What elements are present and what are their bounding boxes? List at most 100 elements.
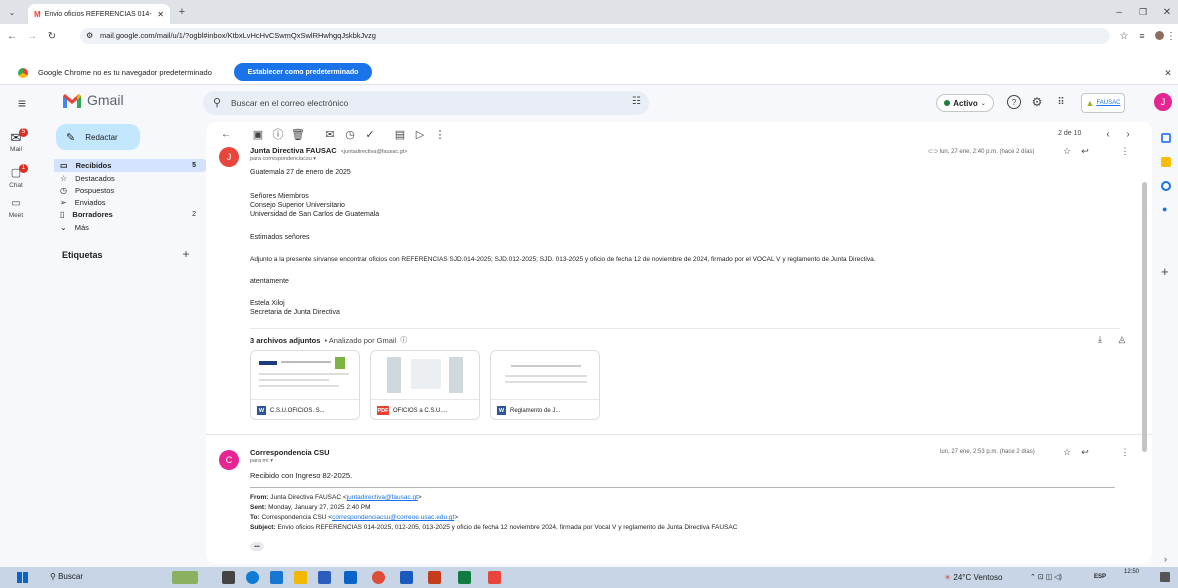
recipient-line[interactable]: para correspondenciacsu ▾ — [250, 156, 316, 162]
browser-tab[interactable]: M Envio oficios REFERENCIAS 014- ✕ — [28, 4, 170, 24]
rail-meet[interactable]: ▭ Meet — [0, 198, 32, 219]
main-menu-icon[interactable]: ≡ — [14, 95, 30, 111]
close-window-icon[interactable]: ✕ — [1160, 5, 1174, 19]
hide-panel-icon[interactable]: › — [1164, 554, 1167, 564]
sender-avatar[interactable]: C — [219, 450, 239, 470]
extensions-icon[interactable]: ≡ — [1136, 29, 1148, 43]
url-field[interactable]: ⚙ mail.google.com/mail/u/1/?ogbl#inbox/K… — [80, 28, 1110, 44]
taskbar-search[interactable]: ⚲ Buscar — [50, 572, 83, 581]
reply-icon[interactable]: ↩ — [1080, 447, 1090, 457]
profile-icon[interactable] — [1155, 31, 1164, 40]
quote-divider — [250, 487, 1115, 488]
sender-name[interactable]: Junta Directiva FAUSAC — [250, 146, 337, 155]
app-icon[interactable] — [270, 571, 283, 584]
info-icon[interactable]: ⓘ — [400, 335, 407, 345]
search-options-icon[interactable]: ☷ — [632, 96, 641, 107]
reload-icon[interactable]: ↻ — [46, 29, 58, 43]
sidebar-item-more[interactable]: ⌄ Más — [54, 221, 208, 234]
org-account-badge[interactable]: ▲ FAUSAC — [1081, 93, 1125, 113]
app-active-icon[interactable] — [488, 571, 501, 584]
label-icon[interactable]: ▷ — [414, 128, 426, 141]
show-trimmed-button[interactable]: ••• — [250, 542, 264, 551]
add-task-icon[interactable]: ✓ — [364, 128, 376, 141]
set-default-button[interactable]: Establecer como predeterminado — [234, 63, 372, 81]
weather-widget[interactable]: ☀ 24°C Ventoso — [944, 573, 1002, 582]
system-tray-icons[interactable]: ⌃ ⊡ ◫ ◁) — [1030, 573, 1062, 581]
windows-start-icon[interactable] — [17, 572, 28, 583]
labels-heading: Etiquetas — [62, 250, 103, 260]
chrome-taskbar-icon[interactable] — [372, 571, 385, 584]
sender-avatar[interactable]: J — [219, 147, 239, 167]
sender-name[interactable]: Correspondencia CSU — [250, 448, 330, 457]
calendar-icon[interactable] — [1161, 133, 1171, 143]
older-icon[interactable]: › — [1122, 128, 1134, 140]
contacts-icon[interactable]: ● — [1162, 204, 1167, 214]
tab-list-icon[interactable]: ⌄ — [6, 6, 18, 18]
search-bar[interactable]: ⚲ Buscar en el correo electrónico ☷ — [203, 91, 649, 115]
quoted-to-link[interactable]: correspondenciacsu@correoe.usac.edu.gt — [332, 514, 454, 521]
new-tab-icon[interactable]: + — [176, 6, 188, 18]
message-more-icon[interactable]: ⋮ — [1120, 447, 1130, 457]
quoted-from-label: From: — [250, 494, 269, 501]
close-tab-icon[interactable]: ✕ — [157, 10, 164, 19]
delete-icon[interactable]: 🗑 — [291, 128, 305, 141]
sidebar-item-drafts[interactable]: ▯ Borradores 2 — [54, 208, 208, 221]
mail-app-icon[interactable] — [344, 571, 357, 584]
add-to-drive-icon[interactable]: ◬ — [1116, 333, 1128, 345]
word-taskbar-icon[interactable] — [400, 571, 413, 584]
back-to-inbox-icon[interactable]: ← — [220, 128, 232, 140]
apps-grid-icon[interactable]: ⠿ — [1054, 95, 1068, 109]
attachment-card[interactable]: W C.S.U.OFICIOS. S... — [250, 350, 360, 420]
scrollbar-thumb[interactable] — [1142, 182, 1147, 452]
site-info-icon[interactable]: ⚙ — [86, 28, 93, 44]
minimize-icon[interactable]: – — [1112, 5, 1126, 19]
gmail-logo[interactable]: Gmail — [62, 92, 124, 108]
tasks-icon[interactable] — [1161, 181, 1171, 191]
rail-mail[interactable]: ✉ 5 Mail — [0, 128, 32, 153]
keep-icon[interactable] — [1161, 157, 1171, 167]
snooze-icon[interactable]: ◷ — [344, 128, 356, 141]
forward-icon[interactable]: → — [26, 29, 38, 43]
message-more-icon[interactable]: ⋮ — [1120, 146, 1130, 156]
get-addons-icon[interactable]: + — [1161, 264, 1169, 279]
powerpoint-taskbar-icon[interactable] — [428, 571, 441, 584]
maximize-icon[interactable]: ❐ — [1136, 5, 1150, 19]
download-all-icon[interactable]: ⤓ — [1094, 333, 1106, 345]
chrome-menu-icon[interactable]: ⋮ — [1166, 29, 1176, 43]
file-explorer-icon[interactable] — [294, 571, 307, 584]
settings-gear-icon[interactable]: ⚙ — [1030, 95, 1044, 109]
rail-chat[interactable]: ▢ 1 Chat — [0, 164, 32, 189]
excel-taskbar-icon[interactable] — [458, 571, 471, 584]
report-spam-icon[interactable]: ⓘ — [272, 128, 284, 141]
compose-button[interactable]: ✎ Redactar — [56, 124, 140, 150]
language-indicator[interactable]: ESP — [1094, 574, 1106, 580]
attachment-card[interactable]: W Reglamento de J... — [490, 350, 600, 420]
more-options-icon[interactable]: ⋮ — [434, 128, 446, 141]
bookmark-star-icon[interactable]: ☆ — [1118, 29, 1130, 43]
attachment-card[interactable]: PDF OFICIOS a C.S.U.... — [370, 350, 480, 420]
newer-icon[interactable]: ‹ — [1102, 128, 1114, 140]
account-avatar[interactable]: J — [1154, 93, 1172, 111]
widgets-icon[interactable] — [172, 571, 198, 584]
search-icon[interactable]: ⚲ — [213, 96, 221, 109]
move-to-icon[interactable]: ▤ — [394, 128, 406, 141]
archive-icon[interactable]: ▣ — [252, 128, 264, 141]
back-icon[interactable]: ← — [6, 29, 18, 43]
sidebar-item-inbox[interactable]: ▭ Recibidos 5 — [54, 159, 208, 172]
task-view-icon[interactable] — [222, 571, 235, 584]
star-message-icon[interactable]: ☆ — [1062, 447, 1072, 457]
edge-icon[interactable] — [246, 571, 259, 584]
quoted-from-link[interactable]: juntadirectiva@fausac.gt — [347, 494, 418, 501]
clock[interactable]: 12:50 — [1124, 569, 1139, 575]
status-selector[interactable]: Activo ⌄ — [936, 94, 994, 112]
mark-unread-icon[interactable]: ✉ — [324, 128, 336, 141]
recipient-line[interactable]: para mí ▾ — [250, 458, 273, 464]
help-icon[interactable]: ? — [1007, 95, 1021, 109]
add-label-icon[interactable]: + — [180, 247, 192, 261]
reply-icon[interactable]: ↩ — [1080, 146, 1090, 156]
star-message-icon[interactable]: ☆ — [1062, 146, 1072, 156]
dismiss-bar-icon[interactable]: ✕ — [1162, 66, 1174, 80]
quoted-subject-label: Subject: — [250, 524, 276, 531]
notifications-icon[interactable] — [1160, 572, 1170, 582]
store-icon[interactable] — [318, 571, 331, 584]
